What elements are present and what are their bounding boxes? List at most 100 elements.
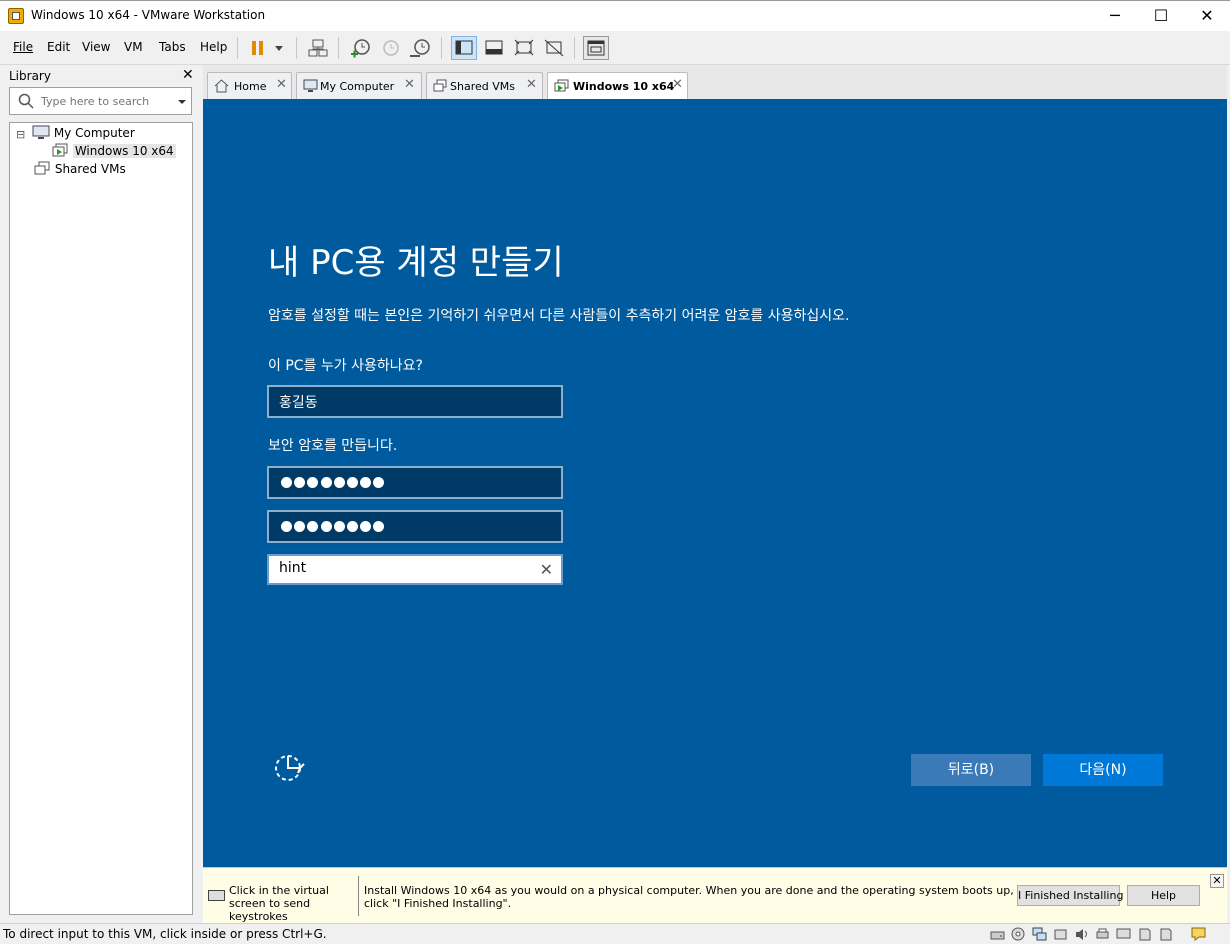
send-ctrl-alt-del-button[interactable]: [305, 36, 331, 60]
snapshot-icon: [351, 39, 370, 58]
tab-close-icon[interactable]: ✕: [672, 77, 683, 92]
tab-strip: Home ✕ My Computer ✕ Shared VMs ✕ Window…: [203, 65, 1227, 100]
removable-device-icon[interactable]: [1158, 927, 1173, 941]
dropdown-arrow-icon[interactable]: [177, 98, 187, 106]
ease-of-access-icon[interactable]: [273, 750, 307, 784]
password-mask: [281, 477, 387, 491]
tab-windows-10-x64-label: Windows 10 x64: [573, 80, 675, 93]
sound-card-icon[interactable]: [1074, 927, 1089, 941]
tree-item-my-computer[interactable]: My Computer: [32, 124, 135, 142]
search-icon: [18, 93, 34, 109]
toolbar-separator: [574, 37, 575, 59]
minimize-button[interactable]: ─: [1092, 1, 1138, 32]
shared-vms-icon: [34, 161, 50, 175]
confirm-password-mask: [281, 521, 387, 535]
tab-close-icon[interactable]: ✕: [276, 77, 287, 92]
password-dot: [333, 521, 345, 532]
hard-disk-icon[interactable]: [990, 927, 1005, 941]
snapshot-manager-button[interactable]: [407, 36, 433, 60]
username-value: 홍길동: [279, 395, 318, 411]
maximize-button[interactable]: ☐: [1138, 1, 1184, 32]
tab-shared-vms-label: Shared VMs: [450, 80, 515, 93]
password-dot: [294, 521, 306, 532]
menu-help[interactable]: Help: [200, 40, 227, 54]
password-field[interactable]: [267, 466, 563, 499]
menu-view[interactable]: View: [82, 40, 110, 54]
display-icon[interactable]: [1116, 927, 1131, 941]
hint-close-icon[interactable]: ✕: [1210, 874, 1224, 888]
tab-shared-vms[interactable]: Shared VMs ✕: [426, 72, 543, 99]
close-button[interactable]: ✕: [1184, 1, 1230, 32]
keyboard-icon: [208, 890, 225, 901]
library-panel: Library ✕ ⊟ My Computer Windows 10 x64 S…: [0, 65, 200, 923]
tree-label-my-computer: My Computer: [53, 126, 135, 140]
full-screen-button[interactable]: [511, 36, 537, 60]
usb-controller-icon[interactable]: [1053, 927, 1068, 941]
take-snapshot-button[interactable]: [347, 36, 373, 60]
password-dot: [333, 477, 345, 488]
tab-home[interactable]: Home ✕: [207, 72, 292, 99]
tab-windows-10-x64[interactable]: Windows 10 x64 ✕: [547, 72, 688, 100]
network-adapter-icon[interactable]: [1032, 927, 1047, 941]
clear-icon[interactable]: ✕: [540, 560, 553, 579]
menu-vm[interactable]: VM: [124, 40, 143, 54]
collapse-icon[interactable]: ⊟: [16, 128, 25, 141]
fullscreen-icon: [514, 39, 534, 56]
message-log-icon[interactable]: [1191, 927, 1206, 941]
password-hint-field[interactable]: hint ✕: [267, 554, 563, 585]
finished-installing-button[interactable]: I Finished Installing: [1017, 885, 1123, 906]
tree-item-shared-vms[interactable]: Shared VMs: [34, 160, 126, 178]
password-dot: [360, 477, 372, 488]
vm-console-screen[interactable]: 내 PC용 계정 만들기 암호를 설정할 때는 본인은 기억하기 쉬우면서 다른…: [203, 99, 1227, 867]
unity-button[interactable]: [541, 36, 567, 60]
suspend-menu-button[interactable]: [246, 36, 286, 60]
printer-icon[interactable]: [1095, 927, 1110, 941]
password-dot: [373, 477, 385, 488]
title-bar: Windows 10 x64 - VMware Workstation ─ ☐ …: [0, 0, 1230, 31]
next-button[interactable]: 다음(N): [1043, 754, 1163, 786]
library-search-box[interactable]: [9, 87, 192, 115]
thumbnail-bar-button[interactable]: [481, 36, 507, 60]
menu-tabs[interactable]: Tabs: [159, 40, 186, 54]
library-close-icon[interactable]: ✕: [182, 67, 194, 83]
menu-edit[interactable]: Edit: [47, 40, 70, 54]
computer-icon: [32, 125, 50, 139]
snapshot-manager-icon: [410, 39, 430, 57]
tree-label-shared-vms: Shared VMs: [54, 162, 126, 176]
install-hint-bar: Click in the virtual screen to send keys…: [203, 867, 1227, 923]
show-library-button[interactable]: [451, 36, 477, 60]
hint-help-button[interactable]: Help: [1127, 885, 1200, 906]
password-dot: [373, 521, 385, 532]
tree-expander[interactable]: ⊟: [16, 125, 25, 143]
removable-device-icon[interactable]: [1137, 927, 1152, 941]
network-icon: [308, 39, 328, 57]
username-field[interactable]: 홍길동: [267, 385, 563, 418]
confirm-password-field[interactable]: [267, 510, 563, 543]
tab-my-computer[interactable]: My Computer ✕: [296, 72, 422, 99]
tree-item-windows-10-x64[interactable]: Windows 10 x64: [52, 142, 176, 160]
toolbar-separator: [296, 37, 297, 59]
tab-close-icon[interactable]: ✕: [404, 77, 415, 92]
password-dot: [346, 521, 358, 532]
shared-vms-icon: [433, 79, 447, 92]
back-button[interactable]: 뒤로(B): [911, 754, 1031, 786]
password-dot: [307, 521, 319, 532]
password-hint-value: hint: [279, 560, 307, 576]
password-dot: [281, 477, 292, 488]
menu-file[interactable]: File: [13, 40, 33, 54]
revert-snapshot-button: [377, 36, 403, 60]
console-view-button[interactable]: [583, 36, 609, 60]
vm-running-icon: [554, 79, 569, 92]
computer-icon: [303, 79, 318, 92]
tab-close-icon[interactable]: ✕: [526, 77, 537, 92]
thumbnail-icon: [485, 40, 503, 55]
tab-home-label: Home: [234, 80, 267, 93]
cd-dvd-icon[interactable]: [1011, 927, 1026, 941]
search-input[interactable]: [41, 93, 166, 109]
menu-bar: File Edit View VM Tabs Help: [0, 31, 1230, 65]
password-dot: [281, 521, 292, 532]
password-dot: [360, 521, 372, 532]
tree-label-windows-10-x64: Windows 10 x64: [72, 144, 176, 158]
unity-icon: [544, 39, 564, 57]
window-title: Windows 10 x64 - VMware Workstation: [31, 8, 266, 22]
